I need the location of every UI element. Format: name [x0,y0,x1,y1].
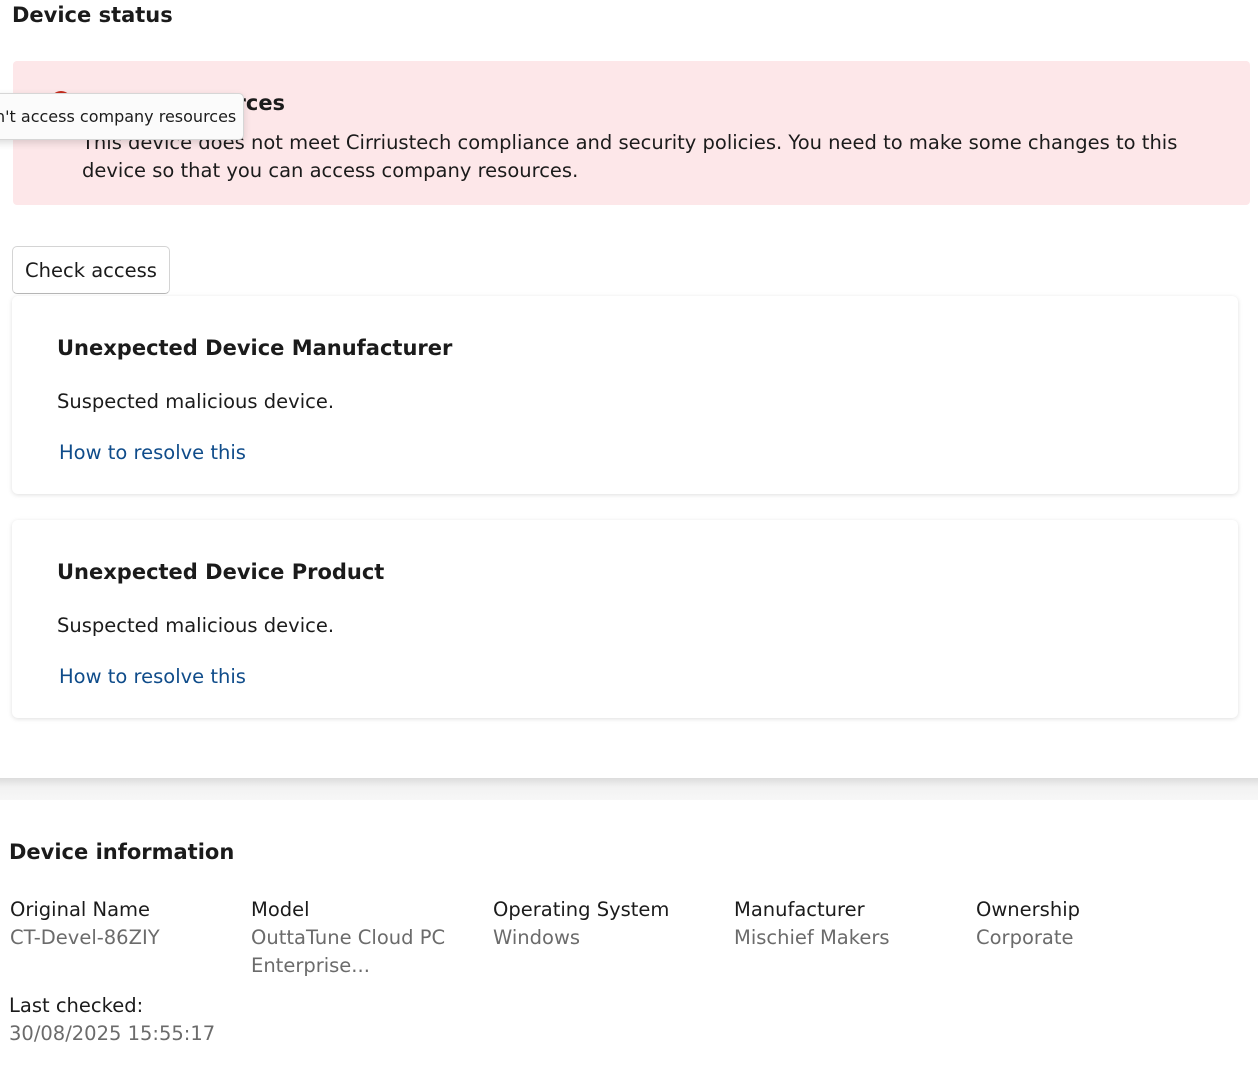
last-checked-label: Last checked: [9,994,144,1017]
check-access-button[interactable]: Check access [12,246,170,294]
info-model: Model OuttaTune Cloud PC Enterprise... [251,896,481,980]
device-page: Device status mpany resources This devic… [0,0,1258,1085]
info-label: Model [251,898,310,921]
issue-title: Unexpected Device Manufacturer [57,336,453,360]
section-divider [0,778,1258,800]
issue-title: Unexpected Device Product [57,560,385,584]
info-label: Manufacturer [734,898,865,921]
info-value: Corporate [976,926,1074,949]
device-status-heading: Device status [12,3,173,27]
info-label: Ownership [976,898,1080,921]
last-checked-value: 30/08/2025 15:55:17 [9,1022,216,1045]
resolve-link[interactable]: How to resolve this [59,663,246,691]
info-value: OuttaTune Cloud PC Enterprise... [251,926,446,977]
info-value: CT-Devel-86ZIY [10,926,160,949]
info-original-name: Original Name CT-Devel-86ZIY [10,896,240,952]
info-value: Mischief Makers [734,926,890,949]
last-checked: Last checked: 30/08/2025 15:55:17 [9,992,215,1048]
device-information-heading: Device information [9,840,235,864]
info-label: Original Name [10,898,151,921]
issue-card: Unexpected Device Manufacturer Suspected… [12,296,1238,494]
resolve-link[interactable]: How to resolve this [59,439,246,467]
alert-message: This device does not meet Cirriustech co… [82,131,1178,182]
info-manufacturer: Manufacturer Mischief Makers [734,896,964,952]
issue-card: Unexpected Device Product Suspected mali… [12,520,1238,718]
issue-description: Suspected malicious device. [57,614,335,637]
alert-title-tooltip: n't access company resources [0,93,244,140]
info-value: Windows [493,926,581,949]
info-label: Operating System [493,898,670,921]
info-operating-system: Operating System Windows [493,896,723,952]
issue-description: Suspected malicious device. [57,390,335,413]
info-ownership: Ownership Corporate [976,896,1206,952]
